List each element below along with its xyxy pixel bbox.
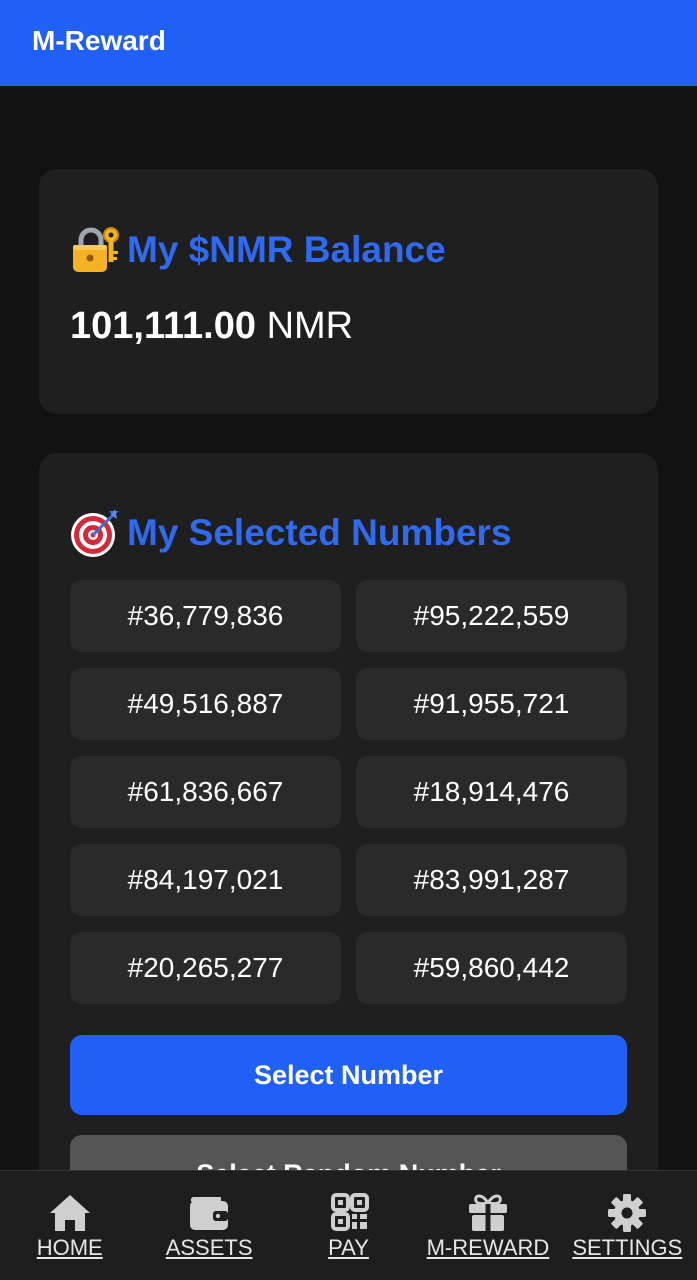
nav-item-pay[interactable]: PAY xyxy=(279,1171,418,1280)
number-chip[interactable]: #36,779,836 xyxy=(70,580,341,652)
target-icon xyxy=(69,507,121,559)
nav-item-home[interactable]: HOME xyxy=(0,1171,139,1280)
main-content[interactable]: My $NMR Balance 101,111.00 NMR My Select… xyxy=(0,86,697,1170)
number-chip[interactable]: #59,860,442 xyxy=(356,932,627,1004)
nav-label: M-REWARD xyxy=(426,1235,550,1260)
number-chip[interactable]: #20,265,277 xyxy=(70,932,341,1004)
balance-heading: My $NMR Balance xyxy=(69,224,446,276)
number-chip[interactable]: #61,836,667 xyxy=(70,756,341,828)
number-chip[interactable]: #91,955,721 xyxy=(356,668,627,740)
app-bar: M-Reward xyxy=(0,0,697,86)
selected-numbers-grid: #36,779,836 #95,222,559 #49,516,887 #91,… xyxy=(70,580,627,1004)
number-chip[interactable]: #18,914,476 xyxy=(356,756,627,828)
balance-amount: 101,111.00 xyxy=(70,305,256,347)
wallet-icon xyxy=(187,1193,231,1233)
nav-label: ASSETS xyxy=(165,1235,253,1260)
balance-unit: NMR xyxy=(266,305,354,347)
app-title: M-Reward xyxy=(32,25,166,56)
nav-item-assets[interactable]: ASSETS xyxy=(139,1171,278,1280)
number-chip[interactable]: #83,991,287 xyxy=(356,844,627,916)
selected-numbers-heading: My Selected Numbers xyxy=(69,507,512,559)
qr-code-icon xyxy=(327,1193,371,1233)
select-number-button[interactable]: Select Number xyxy=(70,1035,627,1115)
nav-label: PAY xyxy=(328,1235,369,1260)
nav-label: HOME xyxy=(36,1235,103,1260)
balance-heading-text: My $NMR Balance xyxy=(127,229,446,270)
bottom-navigation: HOME ASSETS PAY M-REWARD SETTINGS xyxy=(0,1170,697,1280)
nav-item-settings[interactable]: SETTINGS xyxy=(558,1171,697,1280)
balance-value: 101,111.00 NMR xyxy=(70,305,353,348)
number-chip[interactable]: #49,516,887 xyxy=(70,668,341,740)
number-chip[interactable]: #95,222,559 xyxy=(356,580,627,652)
gear-icon xyxy=(605,1193,649,1233)
balance-card: My $NMR Balance 101,111.00 NMR xyxy=(39,169,658,414)
select-random-number-button[interactable]: Select Random Number xyxy=(70,1135,627,1170)
nav-label: SETTINGS xyxy=(572,1235,683,1260)
nav-item-m-reward[interactable]: M-REWARD xyxy=(418,1171,557,1280)
gift-icon xyxy=(466,1193,510,1233)
home-icon xyxy=(48,1193,92,1233)
selected-numbers-heading-text: My Selected Numbers xyxy=(127,512,512,553)
number-chip[interactable]: #84,197,021 xyxy=(70,844,341,916)
lock-with-key-icon xyxy=(69,224,121,276)
selected-numbers-card: My Selected Numbers #36,779,836 #95,222,… xyxy=(39,453,658,1170)
